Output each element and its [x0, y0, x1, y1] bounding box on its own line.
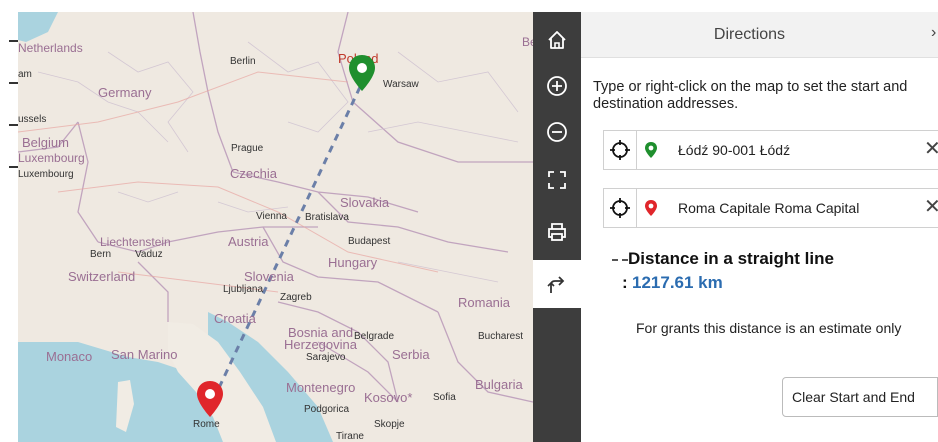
map-label-tirane: Tirane — [336, 431, 364, 442]
panel-title: Directions — [713, 26, 786, 43]
start-locate-button[interactable] — [604, 131, 637, 169]
map-label-brussels: ussels — [18, 114, 47, 125]
map-label-sofia: Sofia — [433, 392, 456, 403]
end-locate-button[interactable] — [604, 189, 637, 227]
map-label-zagreb: Zagreb — [280, 292, 312, 303]
map-label-berlin: Berlin — [230, 56, 256, 67]
map-label-austria: Austria — [228, 234, 269, 249]
end-address-text[interactable]: Roma Capitale Roma Capital — [678, 200, 923, 216]
end-pin-icon — [645, 200, 657, 216]
map-label-vienna: Vienna — [256, 211, 287, 222]
map-label-serbia: Serbia — [392, 347, 430, 362]
map-label-skopje: Skopje — [374, 419, 405, 430]
map-label-prague: Prague — [231, 143, 264, 154]
zoom-in-icon — [547, 76, 567, 96]
distance-colon: : — [622, 273, 628, 292]
print-button[interactable] — [533, 208, 581, 256]
map-label-croatia: Croatia — [214, 311, 256, 326]
map-label-slovakia: Slovakia — [340, 195, 390, 210]
zoom-out-icon — [547, 122, 567, 142]
crosshair-icon — [610, 140, 630, 160]
map-label-romania: Romania — [458, 295, 511, 310]
map-label-belgrade: Belgrade — [354, 331, 395, 342]
map-label-liechtenstein: Liechtenstein — [100, 235, 171, 249]
map-label-luxembourg-country: Luxembourg — [18, 151, 85, 165]
end-marker-icon[interactable] — [196, 380, 224, 418]
clear-start-end-button[interactable]: Clear Start and End — [782, 377, 938, 417]
map-label-bratislava: Bratislava — [305, 212, 349, 223]
home-icon — [548, 31, 566, 49]
map-label-czechia: Czechia — [230, 166, 277, 181]
directions-instructions: Type or right-click on the map to set th… — [593, 79, 908, 112]
map-label-bulgaria: Bulgaria — [475, 377, 523, 392]
left-edge-strip — [0, 0, 18, 442]
strip-dash — [9, 124, 18, 126]
start-marker-icon[interactable] — [348, 54, 376, 92]
strip-dash — [9, 166, 18, 168]
end-clear-icon[interactable]: ✕ — [924, 197, 938, 217]
distance-title: Distance in a straight line — [628, 249, 834, 268]
map-label-montenegro: Montenegro — [286, 380, 356, 395]
end-address-row[interactable]: Roma Capitale Roma Capital ✕ — [603, 188, 938, 228]
map-label-ljubljana: Ljubljana — [223, 284, 264, 295]
map-label-budapest: Budapest — [348, 236, 391, 247]
map-label-slovenia: Slovenia — [244, 269, 294, 284]
start-address-text[interactable]: Łódź 90-001 Łódź — [678, 142, 923, 158]
panel-header: Directions › — [581, 12, 938, 58]
map-label-bosnia-line2: Herzegovina — [284, 337, 357, 352]
map-label-belarus: Be — [522, 35, 533, 49]
map-label-san-marino: San Marino — [111, 347, 178, 362]
map-label-bucharest: Bucharest — [478, 331, 524, 342]
panel-menu-icon[interactable]: › — [931, 24, 936, 42]
map-canvas[interactable]: Netherlands am ussels Belgium Luxembourg… — [18, 12, 533, 442]
map-toolbar — [533, 12, 581, 442]
distance-value: 1217.61 km — [632, 273, 723, 292]
map-label-vaduz: Vaduz — [135, 249, 163, 260]
zoom-in-button[interactable] — [533, 62, 581, 110]
home-button[interactable] — [533, 16, 581, 64]
map-label-kosovo: Kosovo* — [364, 390, 413, 405]
map-label-netherlands: Netherlands — [18, 41, 83, 55]
start-pin-icon — [645, 142, 657, 158]
strip-dash — [9, 82, 18, 84]
map-base — [18, 12, 533, 442]
map-label-switzerland: Switzerland — [68, 269, 136, 284]
map-label-sarajevo: Sarajevo — [306, 352, 346, 363]
map-label-warsaw: Warsaw — [383, 79, 419, 90]
print-icon — [548, 223, 566, 241]
map-label-luxembourg-city: Luxembourg — [18, 169, 74, 180]
map-label-germany: Germany — [98, 85, 152, 100]
start-address-row[interactable]: Łódź 90-001 Łódź ✕ — [603, 130, 938, 170]
start-clear-icon[interactable]: ✕ — [924, 139, 938, 159]
map-label-amsterdam: am — [18, 69, 32, 80]
crosshair-icon — [610, 198, 630, 218]
map-label-rome: Rome — [193, 419, 220, 430]
strip-dash — [9, 40, 18, 42]
directions-button[interactable] — [533, 260, 581, 308]
directions-icon — [547, 276, 565, 293]
map-label-podgorica: Podgorica — [304, 404, 350, 415]
zoom-out-button[interactable] — [533, 108, 581, 156]
dashed-line-legend-icon — [612, 259, 628, 261]
fullscreen-button[interactable] — [533, 156, 581, 204]
fullscreen-icon — [548, 171, 566, 189]
map-label-hungary: Hungary — [328, 255, 378, 270]
map-label-monaco: Monaco — [46, 349, 93, 364]
map-label-bern: Bern — [90, 249, 112, 260]
map-label-belgium: Belgium — [22, 135, 69, 150]
distance-note: For grants this distance is an estimate … — [636, 320, 902, 336]
